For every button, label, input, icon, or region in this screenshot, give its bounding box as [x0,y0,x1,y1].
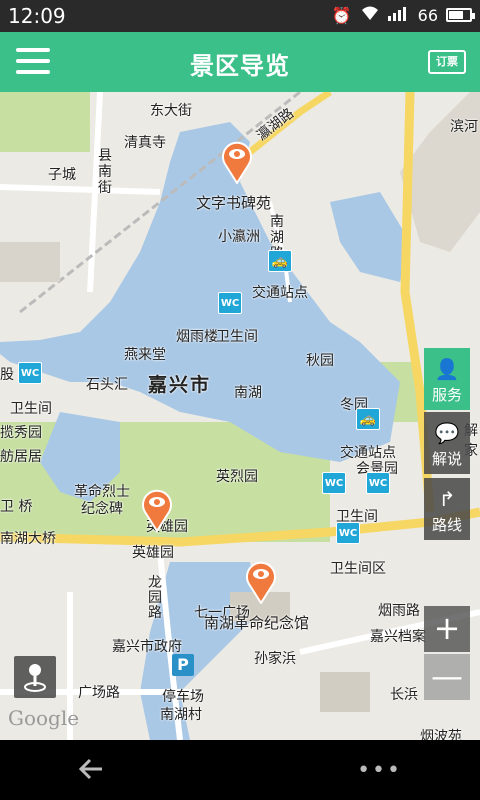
map-pin-icon[interactable] [220,138,254,184]
alarm-icon: ⏰ [331,5,352,25]
map-label-parking-lot: 停车场 [162,689,204,705]
back-icon[interactable] [76,754,106,784]
map-label-nanhu-bridge: 南湖大桥 [0,531,56,547]
map-label-restroom-1: 卫生间 [216,329,258,345]
map-label-wenzishubeiyuan: 文字书碑苑 [196,194,272,212]
turn-arrow-icon: ↱ [438,487,456,511]
map-label-binhe: 滨河 [450,119,478,135]
map-label-zicheng: 子城 [48,167,76,183]
status-time: 12:09 [8,4,66,28]
ticket-button[interactable]: 订票 [428,50,466,74]
signal-icon [387,5,410,25]
restroom-marker[interactable]: WC [336,522,360,544]
locate-button[interactable] [14,656,56,698]
map-label-yanyulou: 烟雨楼 [176,329,218,345]
map-label-fangjuju: 舫居居 [0,449,42,465]
guide-label: 解说 [431,450,462,468]
map-pin-icon[interactable] [244,558,278,604]
map-label-nanhu-revolution-museum: 南湖革命纪念馆 [204,614,310,632]
map-label-xiannan-street: 县 南 街 [98,148,112,196]
map-view[interactable]: 东大街 瀛湖路 滨河 清真寺 县 南 街 子城 文字书碑苑 小瀛洲 南 湖 路 … [0,92,480,740]
map-label-gu: 股 [0,367,14,383]
app-bar: 景区导览 订票 [0,32,480,92]
restroom-marker[interactable]: WC [218,292,242,314]
map-label-shitouhui: 石头汇 [86,377,128,393]
map-label-yanbo: 烟波苑 [420,729,462,740]
map-label-changbang: 长浜 [390,687,418,703]
map-label-qingzhensi: 清真寺 [124,135,166,151]
zoom-in-button[interactable]: + [424,606,470,652]
zoom-out-button[interactable]: — [424,654,470,700]
taxi-icon[interactable]: 🚕 [268,250,292,272]
taxi-icon[interactable]: 🚕 [356,408,380,430]
status-icons: ⏰ 66 [331,5,475,25]
map-label-nanhu-lake: 南湖 [234,385,262,401]
map-label-jiaxing-city: 嘉兴市 [148,374,212,396]
location-icon [24,664,46,692]
status-bar: 12:09 ⏰ 66 [0,0,480,32]
map-label-jiaxing-archives: 嘉兴档案 [370,629,426,645]
restroom-marker[interactable]: WC [18,362,42,384]
route-button[interactable]: ↱ 路线 [424,478,470,540]
map-pin-icon[interactable] [140,486,174,532]
map-label-dongdajie: 东大街 [150,103,192,119]
service-button[interactable]: 👤 服务 [424,348,470,410]
map-label-lanxiuyuan: 揽秀园 [0,425,42,441]
map-label-sunjiabang: 孙家浜 [254,651,296,667]
map-label-jiaxing-government: 嘉兴市政府 [112,639,182,655]
map-label-yingxiongyuan-2: 英雄园 [132,545,174,561]
parking-icon[interactable]: P [172,654,194,676]
map-label-restroom-area: 卫生间区 [330,561,386,577]
more-icon[interactable]: ••• [357,758,402,783]
map-label-yanyu-road: 烟雨路 [378,603,420,619]
navigation-bar: ••• [0,740,480,800]
route-label: 路线 [431,516,462,534]
map-label-guangchang-road: 广场路 [78,685,120,701]
battery-icon [446,8,475,22]
map-label-martyrs-monument: 革命烈士 纪念碑 [74,484,130,517]
map-label-longyuan-road: 龙 园 路 [148,575,162,621]
map-label-qiuyuan: 秋园 [306,353,334,369]
person-icon: 👤 [434,357,460,381]
service-label: 服务 [431,386,462,404]
map-label-nanhu-village: 南湖村 [160,707,202,723]
page-title: 景区导览 [190,52,290,80]
map-label-restroom-2: 卫生间 [10,401,52,417]
map-label-transport-stop-1: 交通站点 [252,285,308,301]
speech-bubble-icon: 💬 [434,421,460,445]
restroom-marker[interactable]: WC [366,472,390,494]
restroom-marker[interactable]: WC [322,472,346,494]
google-logo: Google [8,706,80,730]
map-label-yingliyuan: 英烈园 [216,469,258,485]
map-label-yanlaitang: 燕来堂 [124,347,166,363]
map-label-xiaoyingzhou: 小瀛洲 [218,229,260,245]
wifi-icon [360,5,380,25]
map-label-wei-bridge: 卫 桥 [0,499,33,515]
battery-percent: 66 [417,5,438,25]
guide-button[interactable]: 💬 解说 [424,412,470,474]
